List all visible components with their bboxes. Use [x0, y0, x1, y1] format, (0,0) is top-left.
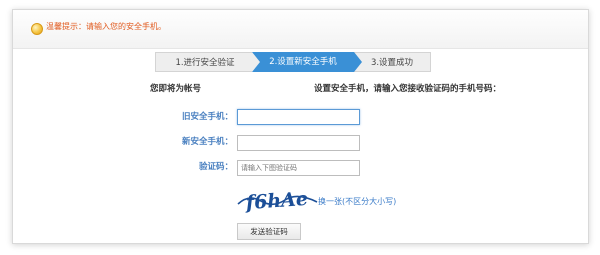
verification-code-input[interactable] — [237, 160, 360, 176]
smiley-icon — [31, 23, 43, 35]
step-security-verify: 1.进行安全验证 — [155, 52, 255, 72]
step-arrow-1 — [252, 52, 260, 72]
captcha-graphic: f6hAe — [237, 188, 318, 214]
tip-bar: 温馨提示：请输入您的安全手机。 — [13, 10, 588, 49]
captcha-image[interactable]: f6hAe — [237, 184, 318, 214]
tip-text: 温馨提示：请输入您的安全手机。 — [46, 22, 166, 31]
instruction-text: 设置安全手机，请输入您接收验证码的手机号码： — [314, 84, 502, 94]
account-label: 您即将为帐号 — [150, 84, 202, 94]
captcha-refresh-link[interactable]: 换一张(不区分大小写) — [318, 196, 396, 207]
old-phone-input[interactable] — [237, 109, 360, 125]
old-phone-label: 旧安全手机： — [181, 112, 233, 122]
new-phone-label: 新安全手机： — [181, 137, 233, 147]
verification-code-label: 验证码： — [198, 162, 233, 172]
step-arrow-2 — [354, 52, 362, 72]
step-success: 3.设置成功 — [354, 52, 431, 72]
captcha-text: f6hAe — [243, 188, 308, 214]
progress-steps: 1.进行安全验证 2.设置新安全手机 3.设置成功 — [155, 52, 431, 72]
step-set-new-phone: 2.设置新安全手机 — [252, 52, 354, 72]
send-code-button[interactable]: 发送验证码 — [237, 223, 301, 240]
new-phone-input[interactable] — [237, 135, 360, 151]
